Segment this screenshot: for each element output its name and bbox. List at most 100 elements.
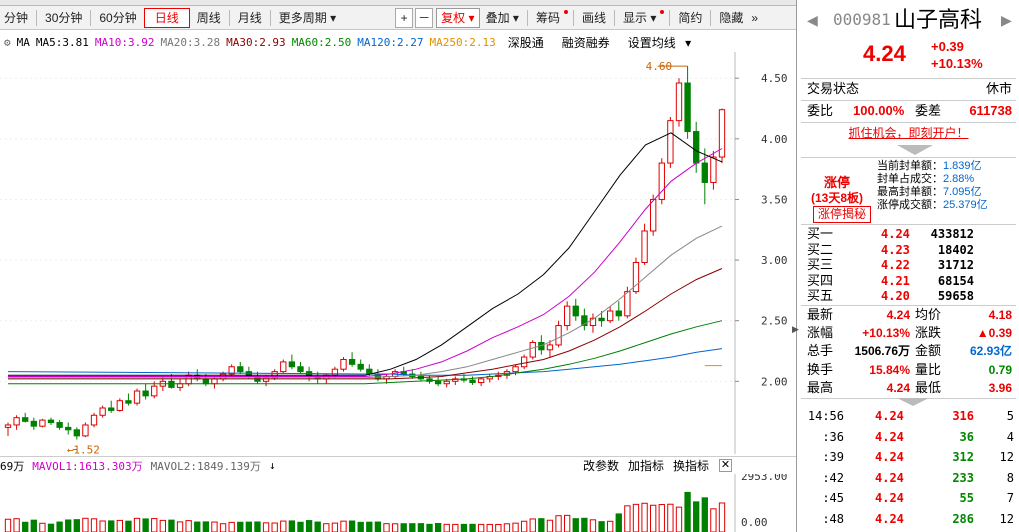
more-periods-dropdown[interactable]: 更多周期 ▾ (275, 8, 340, 28)
volume-bar (477, 523, 485, 532)
candle-body (434, 380, 442, 385)
weibi-row: 委比 100.00% 委差 611738 (797, 101, 1019, 121)
volume-bar (520, 520, 528, 532)
bid-label: 买四 (807, 272, 834, 288)
period-button-daily[interactable]: 日线 (143, 7, 190, 28)
stat-value: +10.13% (862, 326, 910, 341)
volume-bar (546, 519, 554, 532)
candle-body (65, 426, 72, 431)
period-button-weekly[interactable]: 周线 (193, 8, 225, 28)
candle-body (297, 366, 304, 373)
tick-time: :36 (822, 429, 844, 444)
volume-bar (47, 523, 55, 532)
volume-bar (237, 521, 244, 532)
collapse-icon[interactable] (897, 145, 933, 155)
volume-bar (288, 520, 296, 532)
divider (269, 9, 271, 26)
ma5-value: MA5:3.81 (35, 35, 89, 49)
prev-stock-icon[interactable]: ◀ (807, 6, 818, 34)
divider (801, 224, 1016, 225)
settings-icon[interactable]: ⚙ (4, 36, 11, 49)
switch-indicator-button[interactable]: 换指标 (673, 457, 709, 475)
volume-bar (693, 501, 700, 532)
stat-label: 涨幅 (807, 325, 834, 341)
limit-up-secret-button[interactable]: 涨停揭秘 (813, 206, 871, 223)
period-button-30m[interactable]: 30分钟 (41, 8, 86, 28)
ma-settings-dropdown[interactable]: 设置均线 ▾ (628, 34, 697, 51)
volume-bar (563, 514, 571, 532)
tick-price: 4.24 (875, 409, 904, 423)
volume-bar (469, 523, 476, 532)
volume-bar (718, 502, 726, 532)
bid-price: 4.20 (881, 289, 910, 304)
y-tick-label: 4.00 (761, 133, 788, 146)
volume-bar (254, 521, 261, 532)
bid-label: 买五 (807, 288, 834, 304)
overlay-dropdown[interactable]: 叠加 ▾ (482, 8, 523, 28)
candle-body (650, 198, 657, 232)
candlestick-chart[interactable]: 4.50 4.00 3.50 3.00 2.50 2.00 4.60 ←1.52 (0, 52, 796, 454)
volume-bar (624, 505, 631, 532)
tick-count: 7 (1006, 491, 1014, 506)
adjust-label: 复权 (441, 10, 466, 25)
period-button-min[interactable]: 分钟 (0, 8, 32, 28)
chips-button[interactable]: 筹码 (532, 8, 569, 28)
tick-price: 4.24 (875, 450, 904, 465)
stat-label: 换手 (807, 361, 834, 377)
volume-bar (280, 520, 287, 532)
tick-time: 14:56 (807, 409, 844, 423)
period-button-60m[interactable]: 60分钟 (95, 8, 140, 28)
close-icon[interactable]: ✕ (719, 459, 732, 472)
expand-panel-icon[interactable]: ▶ (792, 322, 799, 336)
volume-bar (538, 518, 545, 532)
price-change: +0.39 (931, 39, 964, 54)
more-icon[interactable]: » (747, 8, 762, 28)
volume-bar (22, 521, 29, 532)
volume-bar (168, 519, 175, 532)
candle-body (202, 378, 210, 385)
candle-body (348, 358, 356, 365)
tick-count: 8 (1006, 470, 1014, 485)
caret-down-icon: ▾ (330, 10, 337, 25)
open-account-promo[interactable]: 抓住机会，即刻开户！ (797, 123, 1019, 143)
tick-row: :42 4.24 233 8 (797, 468, 1019, 488)
zoom-in-button[interactable]: + (395, 7, 414, 28)
margin-trading-link[interactable]: 融资融券 (562, 34, 610, 51)
candle-body (47, 419, 55, 424)
next-stock-icon[interactable]: ▶ (1001, 6, 1012, 34)
volume-bar (82, 517, 89, 532)
simple-button[interactable]: 简约 (674, 8, 706, 28)
candle-body (168, 380, 175, 388)
tick-count: 12 (999, 512, 1014, 526)
bid-row: 买一 4.24 433812 (797, 226, 1019, 242)
volume-bar (589, 519, 597, 532)
hide-button[interactable]: 隐藏 (715, 8, 747, 28)
mavol2-value: MAVOL2:1849.139万 (150, 459, 261, 473)
draw-button[interactable]: 画线 (578, 8, 610, 28)
bid-price: 4.24 (881, 227, 910, 241)
y-tick-label: 3.50 (761, 193, 788, 206)
volume-bar (151, 518, 158, 532)
hk-connect-link[interactable]: 深股通 (508, 34, 544, 51)
volume-bar (176, 521, 184, 532)
add-indicator-button[interactable]: 加指标 (628, 457, 664, 475)
volume-bar (607, 520, 614, 532)
change-params-button[interactable]: 改参数 (583, 457, 619, 475)
ma30-line (8, 268, 723, 380)
volume-bar (142, 518, 149, 532)
stat-label: 最新 (807, 307, 834, 322)
volume-bar (452, 523, 459, 532)
tick-volume: 312 (952, 450, 974, 465)
candle-body (512, 366, 519, 373)
display-dropdown[interactable]: 显示 ▾ (619, 8, 665, 28)
period-button-monthly[interactable]: 月线 (234, 8, 266, 28)
trade-status-row: 交易状态 休市 (797, 79, 1019, 99)
tick-time: :42 (822, 470, 844, 485)
candle-body (142, 390, 149, 397)
zoom-out-button[interactable]: － (415, 7, 434, 28)
volume-bar (434, 522, 442, 532)
adjust-dropdown[interactable]: 复权 ▾ (436, 7, 480, 28)
volume-bar (323, 523, 330, 532)
collapse-icon[interactable] (897, 398, 929, 406)
candle-body (108, 407, 115, 411)
